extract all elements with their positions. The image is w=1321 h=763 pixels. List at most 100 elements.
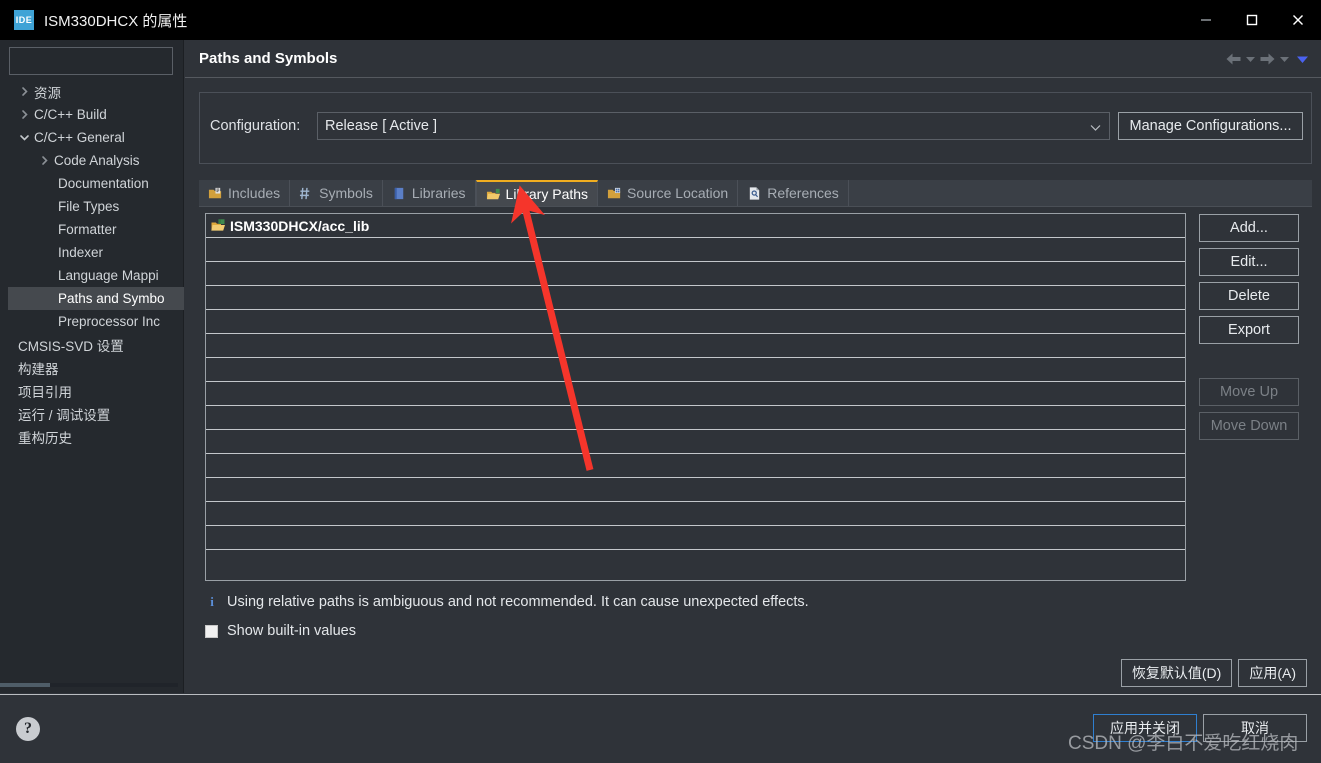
minimize-button[interactable] (1183, 0, 1229, 40)
move-up-button[interactable]: Move Up (1199, 378, 1299, 406)
chevron-down-icon[interactable] (16, 132, 32, 143)
page-menu-chevron-down-icon[interactable] (1296, 55, 1309, 64)
show-builtin-values-checkbox[interactable] (205, 624, 218, 638)
book-icon (392, 186, 407, 201)
list-item[interactable] (206, 262, 1185, 286)
sidebar-item-label: 项目引用 (18, 384, 72, 400)
manage-configurations-button[interactable]: Manage Configurations... (1118, 112, 1303, 140)
sidebar-item-language-mappi[interactable]: Language Mappi (8, 264, 184, 287)
back-history-chevron-down-icon[interactable] (1245, 55, 1256, 63)
sidebar-item-label: Formatter (58, 222, 117, 237)
list-item[interactable] (206, 286, 1185, 310)
sidebar-item-[interactable]: 运行 / 调试设置 (8, 402, 184, 425)
tab-libraries[interactable]: Libraries (383, 180, 476, 206)
tab-source-location[interactable]: Source Location (598, 180, 739, 206)
list-item[interactable] (206, 502, 1185, 526)
tab-label: Source Location (627, 185, 729, 201)
chevron-right-icon[interactable] (36, 155, 52, 166)
list-item[interactable] (206, 550, 1185, 574)
sidebar-item-label: 资源 (34, 85, 61, 101)
move-down-button[interactable]: Move Down (1199, 412, 1299, 440)
add-button[interactable]: Add... (1199, 214, 1299, 242)
tab-includes[interactable]: Includes (199, 180, 291, 206)
window-controls (1183, 0, 1321, 40)
list-item[interactable] (206, 334, 1185, 358)
library-path-folder-icon (210, 218, 227, 234)
sidebar-item-label: File Types (58, 199, 120, 214)
sidebar-item-preprocessor-inc[interactable]: Preprocessor Inc (8, 310, 184, 333)
includes-folder-icon (208, 186, 223, 201)
arrow-right-icon[interactable] (1259, 52, 1276, 66)
export-button[interactable]: Export (1199, 316, 1299, 344)
tab-bar-filler (849, 180, 1312, 206)
sidebar-item-label: 重构历史 (18, 430, 72, 446)
chevron-right-icon[interactable] (16, 86, 32, 97)
sidebar-item-label: Indexer (58, 245, 104, 260)
sidebar-item-documentation[interactable]: Documentation (8, 172, 184, 195)
forward-history-chevron-down-icon[interactable] (1279, 55, 1290, 63)
show-builtin-values-row[interactable]: Show built-in values (205, 623, 356, 639)
page-title: Paths and Symbols (199, 50, 338, 67)
tab-label: References (767, 185, 839, 201)
title-bar: IDE ISM330DHCX 的属性 (0, 0, 1321, 40)
list-item[interactable] (206, 238, 1185, 262)
list-item[interactable] (206, 526, 1185, 550)
configuration-label: Configuration: (210, 118, 301, 134)
list-item[interactable] (206, 382, 1185, 406)
tab-symbols[interactable]: Symbols (290, 180, 383, 206)
sidebar-item-c-c-build[interactable]: C/C++ Build (8, 103, 184, 126)
configuration-select[interactable]: Release [ Active ] (317, 112, 1110, 140)
sidebar-item-paths-and-symbo[interactable]: Paths and Symbo (8, 287, 184, 310)
delete-button[interactable]: Delete (1199, 282, 1299, 310)
configuration-selected-value: Release [ Active ] (325, 118, 438, 134)
list-item[interactable] (206, 430, 1185, 454)
settings-tree-panel: 资源 C/C++ Build C/C++ General Code Analysis D… (0, 40, 184, 693)
sidebar-item-formatter[interactable]: Formatter (8, 218, 184, 241)
list-item[interactable] (206, 358, 1185, 382)
sidebar-item-label: 构建器 (18, 361, 59, 377)
sidebar-item-label: Preprocessor Inc (58, 314, 161, 329)
tab-label: Libraries (411, 185, 466, 201)
sidebar-item-indexer[interactable]: Indexer (8, 241, 184, 264)
notice-text: Using relative paths is ambiguous and no… (227, 594, 809, 610)
sidebar-item-[interactable]: 重构历史 (8, 425, 184, 448)
list-item[interactable] (206, 310, 1185, 334)
tree-horizontal-scrollbar[interactable] (0, 683, 178, 687)
watermark-text: CSDN @李白不爱吃红烧肉 (1068, 733, 1299, 754)
open-folder-book-icon (486, 187, 501, 202)
sidebar-item-file-types[interactable]: File Types (8, 195, 184, 218)
chevron-right-icon[interactable] (16, 109, 32, 120)
sidebar-item-label: Paths and Symbo (58, 291, 165, 306)
list-item[interactable] (206, 478, 1185, 502)
sidebar-item-[interactable]: 项目引用 (8, 379, 184, 402)
close-button[interactable] (1275, 0, 1321, 40)
question-mark-help-icon[interactable]: ? (16, 717, 40, 741)
sidebar-item-code-analysis[interactable]: Code Analysis (8, 149, 184, 172)
list-item[interactable] (206, 406, 1185, 430)
tree-filter-input[interactable] (9, 47, 173, 75)
tab-bar: Includes Symbols Libraries Library Paths Sou… (199, 180, 1312, 207)
source-folder-icon (607, 186, 622, 201)
list-item[interactable] (206, 454, 1185, 478)
settings-tree: 资源 C/C++ Build C/C++ General Code Analysis D… (8, 78, 184, 448)
chevron-down-icon (1090, 113, 1101, 141)
tab-references[interactable]: References (738, 180, 849, 206)
arrow-left-icon[interactable] (1225, 52, 1242, 66)
tab-label: Library Paths (505, 186, 589, 202)
sidebar-item-c-c-general[interactable]: C/C++ General (8, 126, 184, 149)
tab-library-paths[interactable]: Library Paths (475, 180, 599, 206)
maximize-button[interactable] (1229, 0, 1275, 40)
list-item-label: ISM330DHCX/acc_lib (230, 217, 370, 234)
list-item[interactable]: ISM330DHCX/acc_lib (206, 214, 1185, 238)
sidebar-item-cmsis-svd[interactable]: CMSIS-SVD 设置 (8, 333, 184, 356)
sidebar-item-[interactable]: 构建器 (8, 356, 184, 379)
apply-button[interactable]: 应用(A) (1238, 659, 1307, 687)
document-icon (747, 186, 762, 201)
tab-label: Includes (228, 185, 281, 201)
edit-button[interactable]: Edit... (1199, 248, 1299, 276)
sidebar-item-label: Language Mappi (58, 268, 159, 283)
sidebar-item-[interactable]: 资源 (8, 80, 184, 103)
tab-label: Symbols (319, 185, 373, 201)
library-paths-list[interactable]: ISM330DHCX/acc_lib (205, 213, 1186, 581)
restore-defaults-button[interactable]: 恢复默认值(D) (1120, 659, 1233, 687)
